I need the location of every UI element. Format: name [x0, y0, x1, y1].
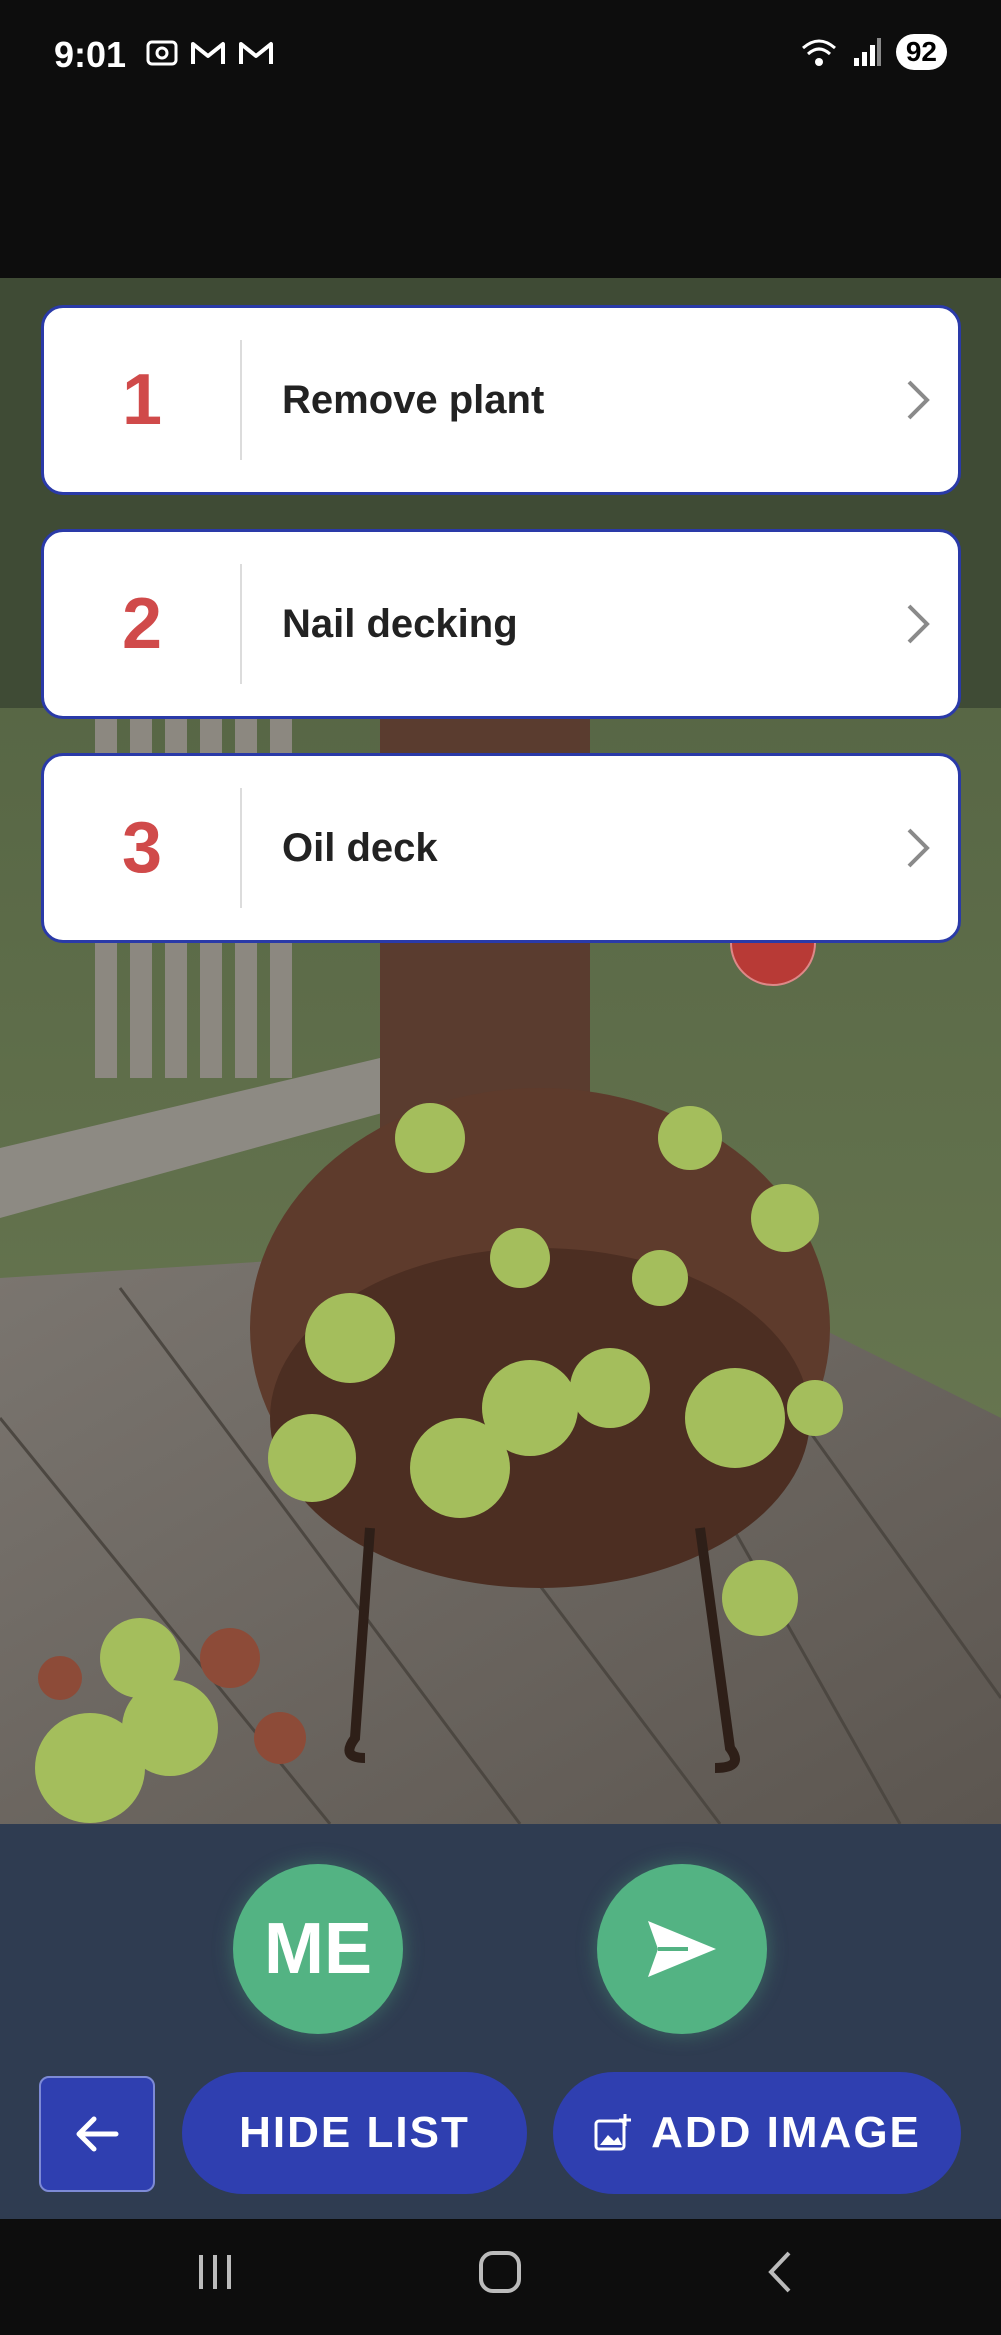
add-image-label: ADD IMAGE — [651, 2108, 921, 2157]
chevron-right-icon — [878, 378, 958, 422]
wifi-icon — [801, 39, 836, 66]
action-panel: ME HIDE LIST ADD IMAGE — [0, 1824, 1001, 2219]
arrow-left-icon — [76, 2116, 119, 2152]
recent-apps-icon — [199, 2255, 231, 2289]
gmail-icon — [191, 42, 225, 64]
back-nav-button[interactable] — [760, 2249, 800, 2295]
step-number: 2 — [121, 584, 163, 664]
step-number: 1 — [121, 360, 163, 440]
system-icons: 92 — [800, 34, 947, 70]
system-nav-bar — [0, 2219, 1001, 2335]
notification-icons — [145, 36, 275, 70]
status-time: 9:01 — [54, 34, 127, 75]
step-item-2[interactable]: 2 Nail decking — [41, 529, 961, 719]
chevron-right-icon — [878, 602, 958, 646]
gmail-icon — [239, 42, 273, 64]
screenshot-icon — [146, 40, 178, 66]
send-icon — [648, 1921, 716, 1977]
chevron-right-icon — [878, 826, 958, 870]
status-bar: 9:01 92 — [0, 0, 1001, 278]
garden-photo — [0, 278, 1001, 1824]
add-photo-icon — [594, 2114, 632, 2151]
back-button[interactable] — [39, 2076, 155, 2192]
back-chevron-icon — [768, 2251, 791, 2293]
photo-canvas[interactable] — [0, 278, 1001, 1824]
hide-list-label: HIDE LIST — [239, 2108, 470, 2157]
add-image-button[interactable]: ADD IMAGE — [553, 2072, 961, 2194]
step-item-3[interactable]: 3 Oil deck — [41, 753, 961, 943]
step-number: 3 — [121, 808, 163, 888]
step-item-1[interactable]: 1 Remove plant — [41, 305, 961, 495]
hide-list-button[interactable]: HIDE LIST — [182, 2072, 527, 2194]
recent-apps-button[interactable] — [195, 2249, 235, 2293]
me-button[interactable]: ME — [233, 1864, 403, 2034]
home-icon — [479, 2251, 521, 2293]
battery-indicator: 92 — [895, 34, 947, 70]
step-label: Nail decking — [282, 601, 518, 646]
step-label: Remove plant — [282, 377, 545, 422]
step-label: Oil deck — [282, 825, 438, 870]
signal-icon — [853, 38, 881, 66]
home-button[interactable] — [475, 2249, 525, 2295]
send-button[interactable] — [597, 1864, 767, 2034]
